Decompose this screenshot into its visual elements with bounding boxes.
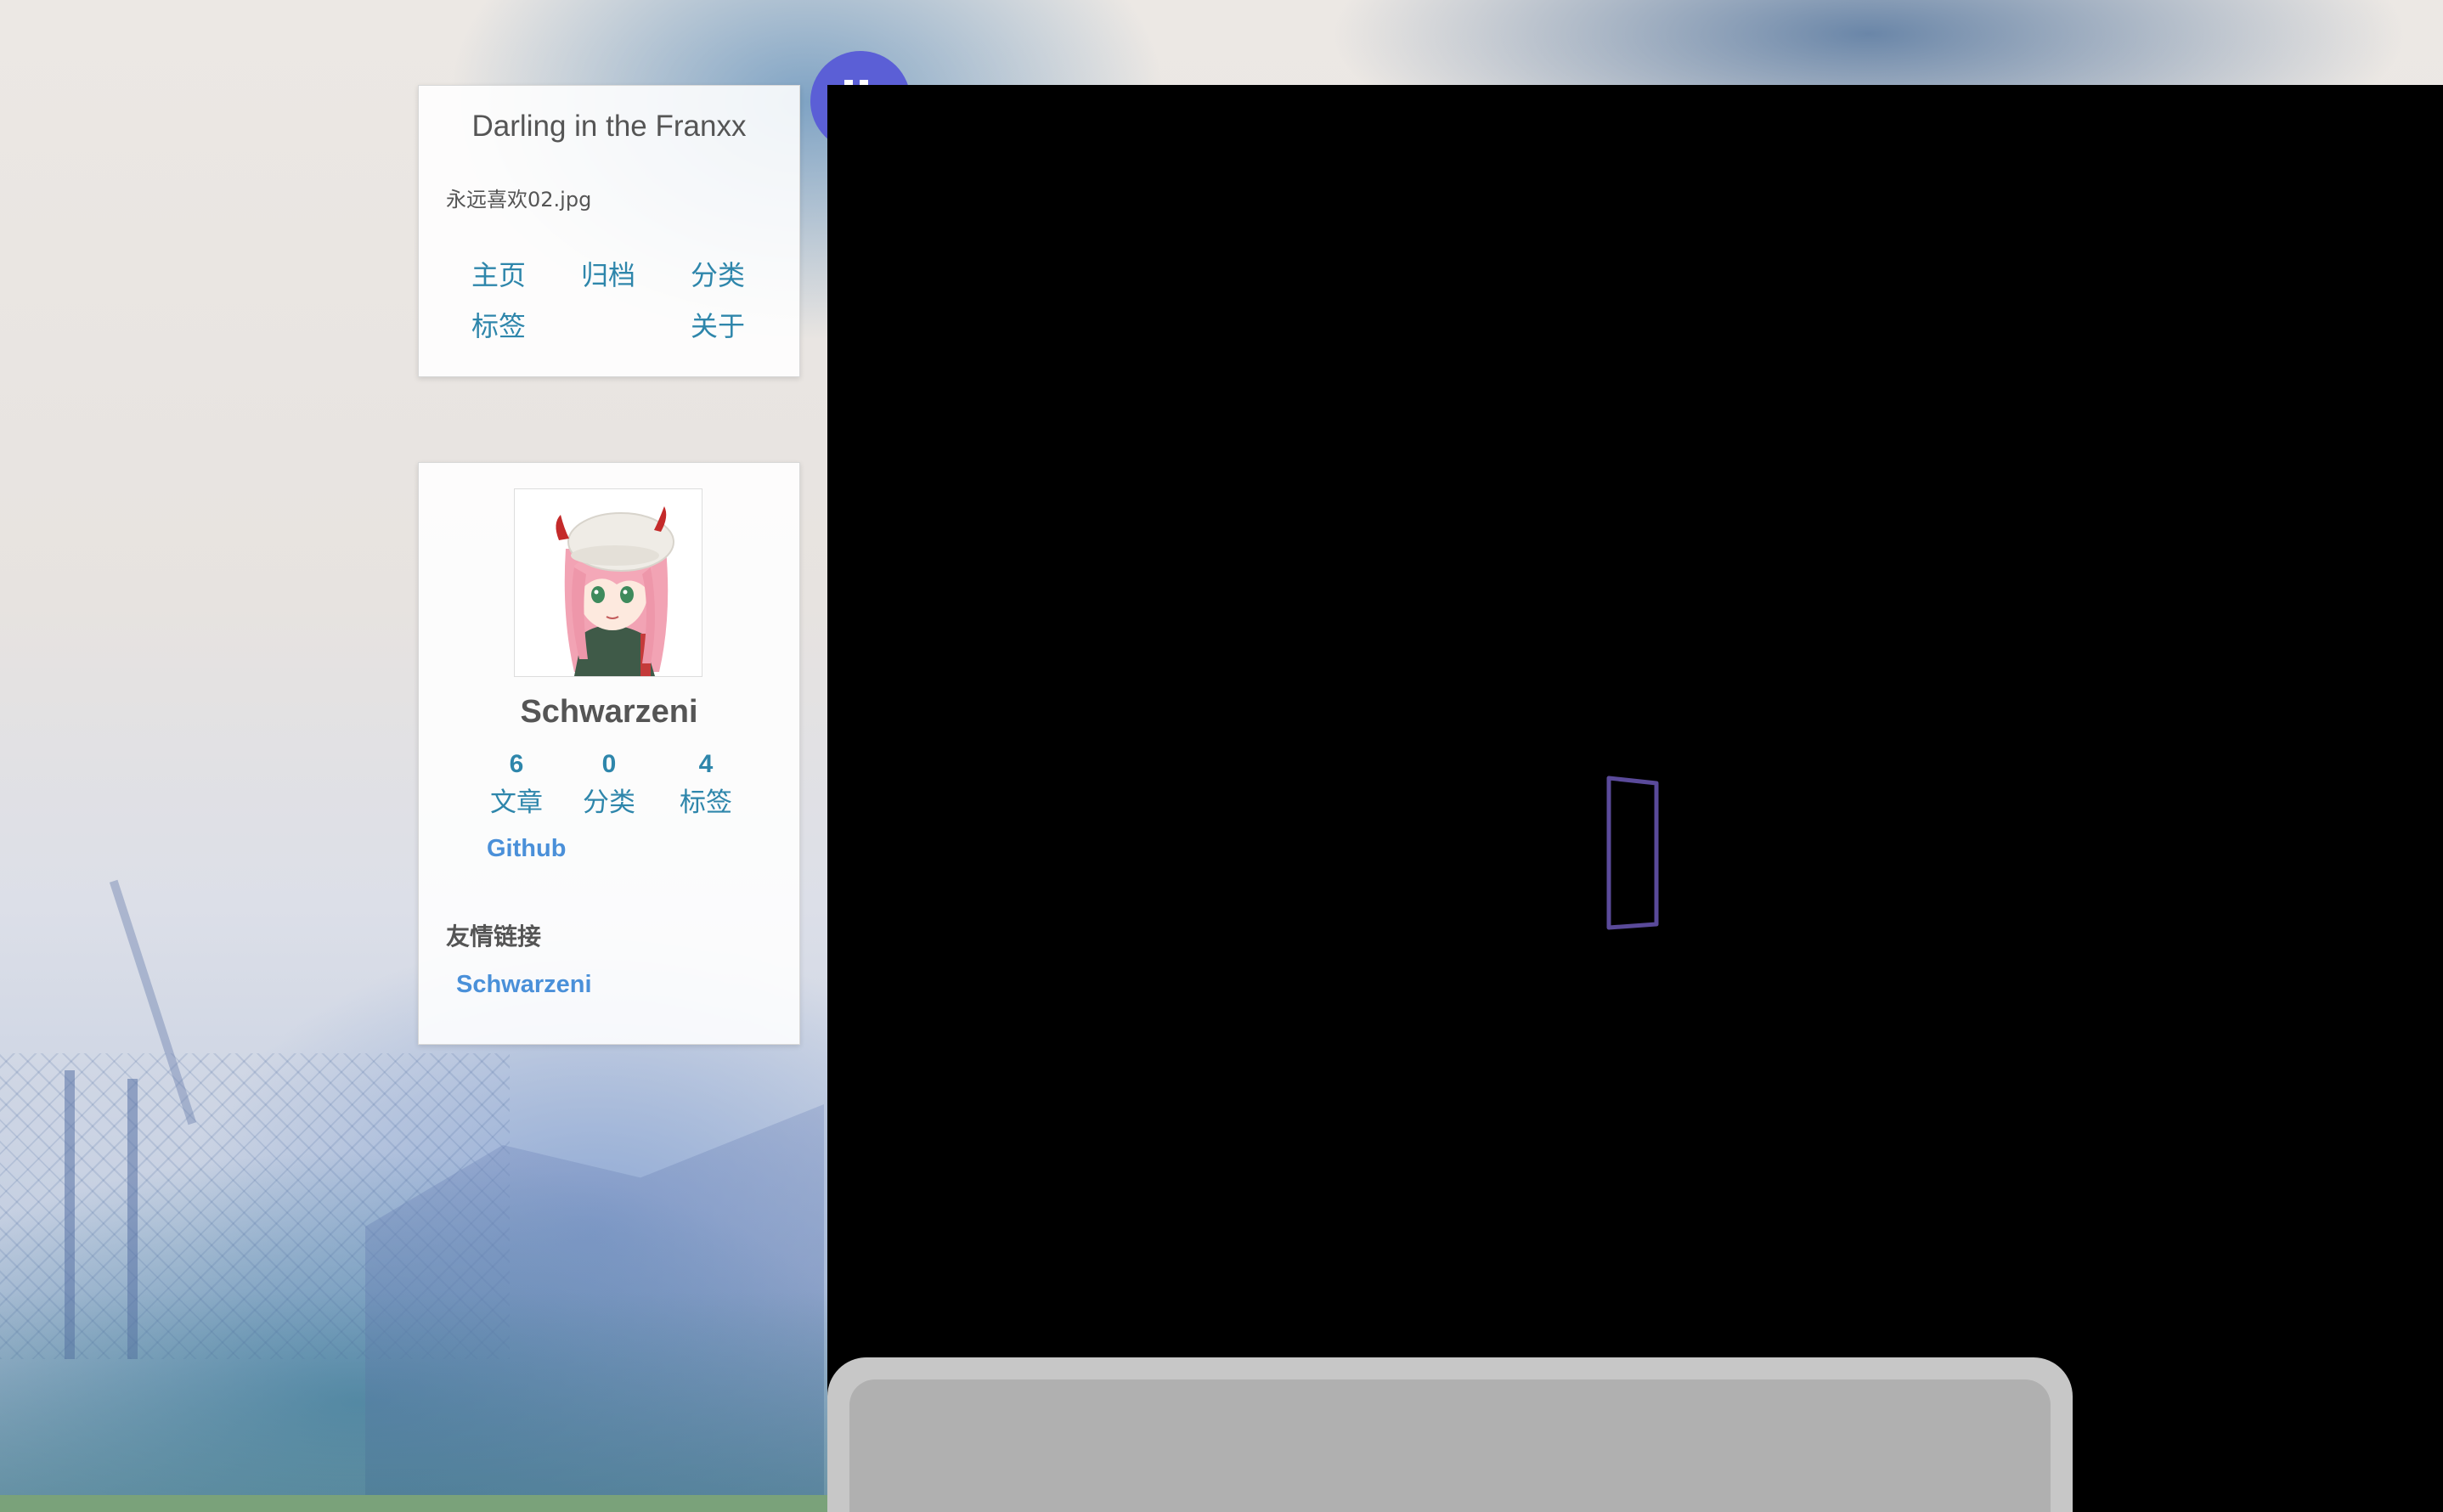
menu-item-home[interactable]: 主页 — [471, 254, 526, 293]
menu-item-categories[interactable]: 分类 — [691, 254, 745, 293]
background-grass-strip — [0, 1495, 828, 1512]
stat-tags[interactable]: 4 标签 — [659, 750, 753, 819]
image-viewer[interactable] — [827, 85, 2443, 1512]
phone-rotate-icon — [1606, 776, 1659, 930]
stat-posts[interactable]: 6 文章 — [470, 750, 563, 819]
stat-categories-count: 0 — [601, 750, 617, 778]
background-grass — [0, 1291, 828, 1512]
site-title[interactable]: Darling in the Franxx — [419, 110, 799, 144]
menu-item-about[interactable]: 关于 — [691, 305, 745, 344]
stat-tags-count: 4 — [698, 750, 714, 778]
viewer-bottom-panel[interactable] — [827, 1357, 2073, 1512]
menu-item-tags[interactable]: 标签 — [471, 305, 526, 344]
github-link[interactable]: Github — [487, 835, 566, 863]
menu-item-archives[interactable]: 归档 — [581, 254, 635, 293]
site-subtitle: 永远喜欢02.jpg — [446, 188, 592, 212]
author-name: Schwarzeni — [520, 694, 698, 730]
avatar-image — [515, 489, 702, 676]
stat-posts-count: 6 — [509, 750, 524, 778]
friend-links-title: 友情链接 — [446, 922, 542, 951]
stat-categories-label: 分类 — [583, 787, 635, 818]
author-sidebar-card: Schwarzeni 6 文章 0 分类 4 标签 Github 友情链接 Sc… — [418, 462, 800, 1045]
friend-link[interactable]: Schwarzeni — [456, 971, 592, 999]
site-brand-card: Darling in the Franxx 永远喜欢02.jpg 主页 归档 分… — [418, 85, 800, 377]
stat-tags-label: 标签 — [680, 787, 732, 818]
avatar — [514, 488, 702, 677]
page: Darling in the Franxx 永远喜欢02.jpg 主页 归档 分… — [0, 0, 2443, 1512]
stat-categories[interactable]: 0 分类 — [562, 750, 656, 819]
viewer-bottom-panel-inner — [849, 1379, 2051, 1512]
stat-posts-label: 文章 — [490, 787, 543, 818]
